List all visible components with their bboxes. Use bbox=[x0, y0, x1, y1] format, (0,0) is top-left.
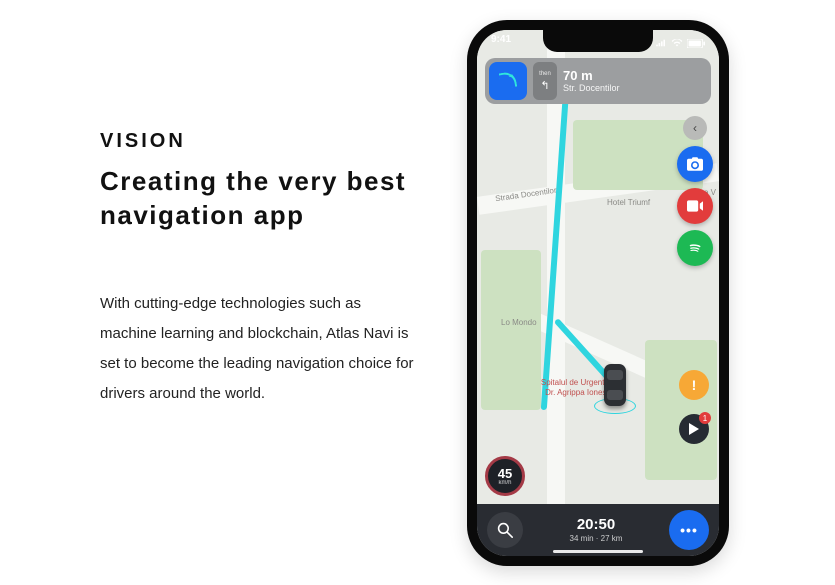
more-icon: ••• bbox=[680, 522, 698, 538]
map-poi-lomondo: Lo Mondo bbox=[501, 318, 537, 327]
then-badge: then ↰ bbox=[533, 62, 557, 100]
vision-body: With cutting-edge technologies such as m… bbox=[100, 289, 420, 409]
phone-mockup: 9:41 Strada Docenti bbox=[467, 20, 729, 566]
turn-icon-badge bbox=[489, 62, 527, 100]
eta-sub: 34 min · 27 km bbox=[570, 534, 623, 544]
signal-icon bbox=[655, 39, 667, 47]
spotify-button[interactable] bbox=[677, 230, 713, 266]
more-button[interactable]: ••• bbox=[669, 510, 709, 550]
phone-screen: 9:41 Strada Docenti bbox=[477, 30, 719, 556]
camera-icon bbox=[687, 157, 703, 171]
map-poi-hotel: Hotel Triumf bbox=[607, 198, 650, 207]
play-reports-button[interactable]: 1 bbox=[679, 414, 709, 444]
map-park bbox=[645, 340, 717, 480]
nav-distance: 70 m bbox=[563, 68, 620, 84]
turn-right-icon bbox=[499, 71, 518, 90]
spotify-icon bbox=[686, 239, 704, 257]
collapse-button[interactable]: ‹ bbox=[683, 116, 707, 140]
speed-value: 45 bbox=[498, 467, 512, 480]
chevron-left-icon: ‹ bbox=[693, 121, 697, 135]
nav-text: 70 m Str. Docentilor bbox=[563, 68, 620, 94]
report-count-badge: 1 bbox=[699, 412, 711, 424]
warning-icon: ! bbox=[692, 377, 697, 393]
battery-icon bbox=[687, 39, 705, 48]
wifi-icon bbox=[671, 39, 683, 47]
vision-headline: Creating the very best navigation app bbox=[100, 165, 420, 233]
video-icon bbox=[687, 200, 703, 212]
eta-time: 20:50 bbox=[570, 516, 623, 534]
eta-panel[interactable]: 20:50 34 min · 27 km bbox=[570, 516, 623, 544]
video-button[interactable] bbox=[677, 188, 713, 224]
status-right bbox=[655, 34, 705, 52]
fab-column: ‹ bbox=[677, 116, 713, 266]
bottom-bar: 20:50 34 min · 27 km ••• bbox=[477, 504, 719, 556]
speed-gauge: 45 km/h bbox=[485, 456, 525, 496]
home-indicator bbox=[553, 550, 643, 553]
vehicle-marker bbox=[599, 360, 631, 412]
status-time: 9:41 bbox=[491, 34, 511, 52]
search-button[interactable] bbox=[487, 512, 523, 548]
nav-street: Str. Docentilor bbox=[563, 83, 620, 94]
play-icon bbox=[689, 423, 699, 435]
phone-notch bbox=[543, 30, 653, 52]
search-icon bbox=[497, 522, 513, 538]
vision-eyebrow: VISION bbox=[100, 130, 420, 153]
marketing-section: VISION Creating the very best navigation… bbox=[100, 130, 420, 409]
speed-unit: km/h bbox=[498, 480, 511, 486]
then-label: then bbox=[539, 71, 551, 77]
hazard-warning-button[interactable]: ! bbox=[679, 370, 709, 400]
navigation-banner[interactable]: then ↰ 70 m Str. Docentilor bbox=[485, 58, 711, 104]
camera-button[interactable] bbox=[677, 146, 713, 182]
turn-left-icon: ↰ bbox=[540, 79, 549, 92]
